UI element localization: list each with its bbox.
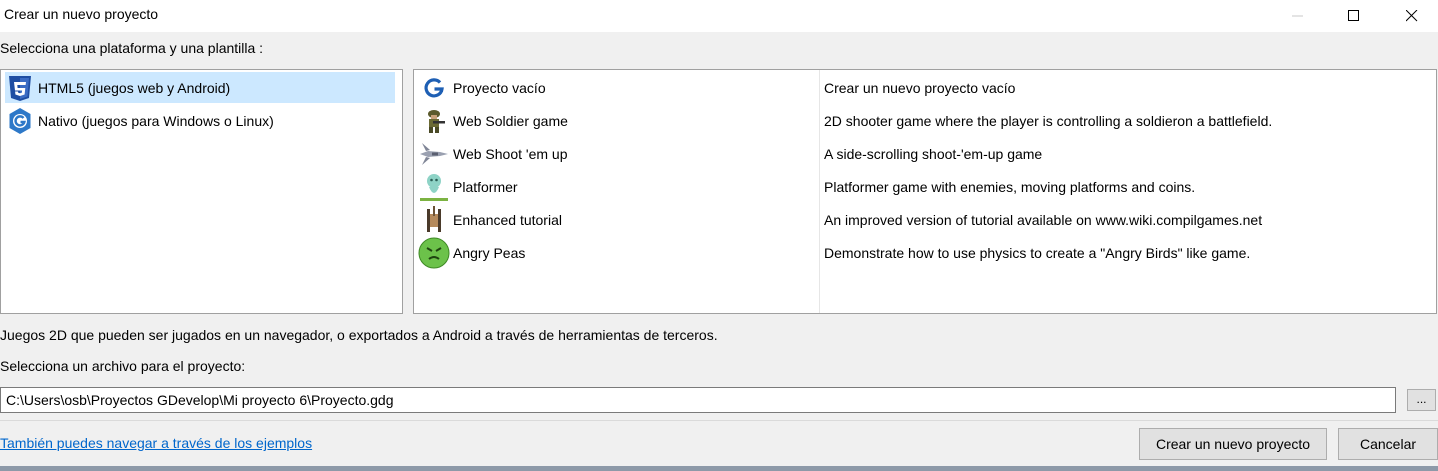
- platform-description: Juegos 2D que pueden ser jugados en un n…: [0, 327, 718, 343]
- template-description: An improved version of tutorial availabl…: [824, 211, 1263, 228]
- separator: [0, 420, 1438, 421]
- platform-item-html5[interactable]: HTML5 (juegos web y Android): [5, 72, 395, 103]
- background-strip: [0, 466, 1438, 471]
- browse-button[interactable]: ...: [1407, 389, 1436, 411]
- template-name: Proyecto vacío: [453, 79, 546, 96]
- gdevelop-native-icon: [5, 106, 35, 136]
- gdevelop-logo-icon: [418, 72, 450, 104]
- platform-item-native[interactable]: Nativo (juegos para Windows o Linux): [5, 105, 395, 136]
- template-name: Enhanced tutorial: [453, 211, 562, 228]
- html5-icon: [5, 73, 35, 103]
- template-description: A side-scrolling shoot-'em-up game: [824, 145, 1043, 162]
- minimize-icon: [1292, 15, 1303, 17]
- close-icon: [1406, 10, 1418, 22]
- platform-item-label: Nativo (juegos para Windows o Linux): [38, 112, 274, 129]
- soldier-icon: [418, 105, 450, 137]
- minimize-button[interactable]: [1268, 0, 1328, 32]
- template-row-empty[interactable]: Proyecto vacío Crear un nuevo proyecto v…: [418, 72, 1433, 103]
- template-row-angry-peas[interactable]: Angry Peas Demonstrate how to use physic…: [418, 237, 1433, 268]
- window-title: Crear un nuevo proyecto: [4, 6, 159, 22]
- tutorial-tank-icon: [418, 204, 450, 236]
- template-name: Web Soldier game: [453, 112, 568, 129]
- maximize-button[interactable]: [1324, 0, 1384, 32]
- template-row-platformer[interactable]: Platformer Platformer game with enemies,…: [418, 171, 1433, 202]
- template-description: Demonstrate how to use physics to create…: [824, 244, 1251, 261]
- template-name: Angry Peas: [453, 244, 526, 261]
- platform-label: Selecciona una plataforma y una plantill…: [0, 40, 264, 56]
- template-description: Crear un nuevo proyecto vacío: [824, 79, 1016, 96]
- create-project-button[interactable]: Crear un nuevo proyecto: [1139, 428, 1327, 460]
- template-list[interactable]: Proyecto vacío Crear un nuevo proyecto v…: [413, 69, 1437, 314]
- platform-item-label: HTML5 (juegos web y Android): [38, 79, 231, 96]
- examples-link[interactable]: También puedes navegar a través de los e…: [0, 435, 312, 451]
- platformer-character-icon: [418, 171, 450, 203]
- spaceship-icon: [418, 138, 450, 170]
- template-row-enhanced-tutorial[interactable]: Enhanced tutorial An improved version of…: [418, 204, 1433, 235]
- file-label: Selecciona un archivo para el proyecto:: [0, 358, 246, 374]
- platform-list[interactable]: HTML5 (juegos web y Android) Nativo (jue…: [0, 69, 403, 314]
- template-name: Platformer: [453, 178, 518, 195]
- template-name: Web Shoot 'em up: [453, 145, 568, 162]
- cancel-button[interactable]: Cancelar: [1338, 428, 1438, 460]
- template-description: Platformer game with enemies, moving pla…: [824, 178, 1196, 195]
- template-row-shoot-em-up[interactable]: Web Shoot 'em up A side-scrolling shoot-…: [418, 138, 1433, 169]
- angry-pea-icon: [418, 237, 450, 269]
- title-bar: Crear un nuevo proyecto: [0, 0, 1438, 32]
- maximize-icon: [1348, 10, 1359, 21]
- close-button[interactable]: [1382, 0, 1438, 32]
- template-row-web-soldier[interactable]: Web Soldier game 2D shooter game where t…: [418, 105, 1433, 136]
- project-path-input[interactable]: [0, 387, 1396, 413]
- template-description: 2D shooter game where the player is cont…: [824, 112, 1273, 129]
